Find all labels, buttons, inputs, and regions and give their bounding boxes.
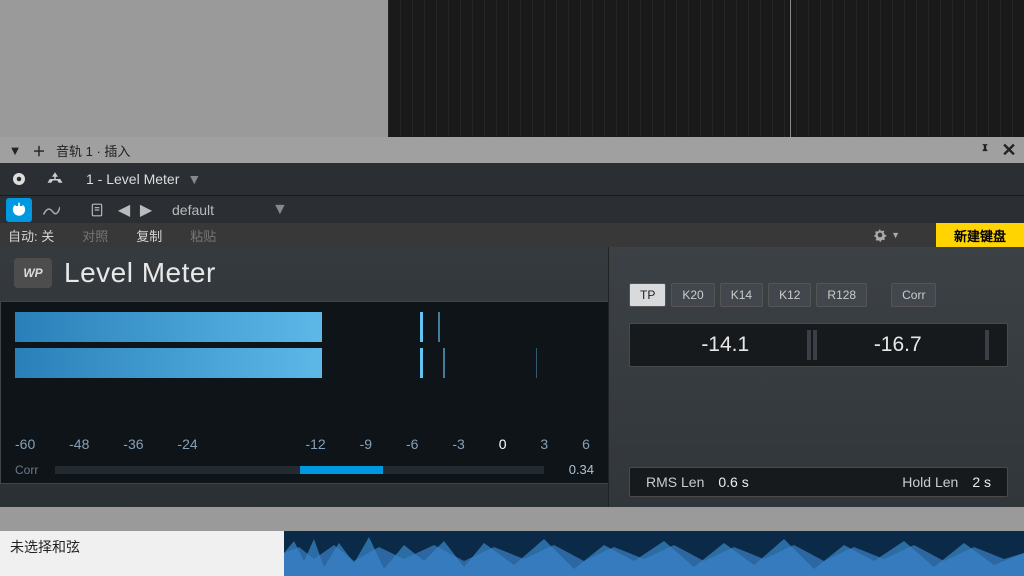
automation-icon[interactable] (38, 198, 64, 222)
paste-button[interactable]: 粘贴 (190, 226, 216, 245)
settings-button[interactable]: ▼ (873, 228, 900, 242)
close-icon[interactable]: ✕ (1002, 140, 1016, 161)
auto-toggle[interactable]: 自动: 关 (8, 226, 54, 245)
new-keyboard-button[interactable]: 新建键盘 (936, 223, 1024, 247)
readout-left: -14.1 (646, 333, 805, 357)
preset-next-icon[interactable]: ▶ (138, 198, 154, 222)
plugin-title: Level Meter (64, 257, 216, 289)
copy-button[interactable]: 复制 (136, 226, 162, 245)
mode-r128-button[interactable]: R128 (816, 283, 867, 307)
mode-k14-button[interactable]: K14 (720, 283, 763, 307)
slot-selector[interactable]: 1 - Level Meter ▼ (78, 171, 209, 187)
meter-left-pane: WP Level Meter -60 -48 (0, 247, 608, 507)
rms-len-label: RMS Len (646, 474, 704, 490)
rms-len-value[interactable]: 0.6 s (718, 474, 748, 490)
preset-name[interactable]: default (160, 202, 266, 218)
meter-bar-right (15, 348, 594, 378)
mode-k20-button[interactable]: K20 (671, 283, 714, 307)
plugin-window: ▼ ＋ 音轨 1 · 插入 ✕ 1 - Level Meter ▼ (0, 137, 1024, 531)
correlation-label: Corr (15, 463, 45, 477)
readout-right: -16.7 (819, 333, 978, 357)
meter-right-pane: TP K20 K14 K12 R128 Corr -14.1 -16.7 RMS… (608, 247, 1024, 507)
correlation-track (55, 466, 544, 474)
playhead-cursor[interactable] (790, 0, 791, 146)
plugin-header-row2: ◀ ▶ default ▼ (0, 195, 1024, 223)
brand-logo: WP (14, 258, 52, 288)
timeline-background[interactable] (388, 0, 1024, 146)
window-title: 音轨 1 · 插入 (56, 141, 130, 160)
activity-icon[interactable] (6, 167, 32, 191)
chevron-down-icon: ▼ (891, 230, 900, 240)
window-titlebar[interactable]: ▼ ＋ 音轨 1 · 插入 ✕ (0, 137, 1024, 163)
chord-track-label-area[interactable]: 未选择和弦 (0, 531, 284, 576)
pin-icon[interactable] (978, 143, 992, 157)
power-button[interactable] (6, 198, 32, 222)
meter-scale: -60 -48 -36 -24 -12 -9 -6 -3 0 3 6 (15, 436, 594, 452)
audio-waveform (284, 531, 1024, 576)
slot-name: 1 - Level Meter (86, 171, 179, 187)
mode-corr-button[interactable]: Corr (891, 283, 936, 307)
hold-len-label: Hold Len (902, 474, 958, 490)
dropdown-icon[interactable]: ▼ (8, 143, 22, 158)
peak-readout[interactable]: -14.1 -16.7 (629, 323, 1008, 367)
plugin-toolbar: 自动: 关 对照 复制 粘贴 ▼ 新建键盘 (0, 223, 1024, 247)
meter-bar-left (15, 312, 594, 342)
plugin-body: WP Level Meter -60 -48 (0, 247, 1024, 507)
correlation-meter: Corr 0.34 (15, 462, 594, 477)
preset-dropdown-icon[interactable]: ▼ (272, 201, 288, 219)
preset-menu-icon[interactable] (84, 198, 110, 222)
chevron-down-icon: ▼ (187, 171, 201, 187)
chord-status: 未选择和弦 (10, 537, 80, 557)
mode-tp-button[interactable]: TP (629, 283, 666, 307)
meter-mode-row: TP K20 K14 K12 R128 Corr (629, 283, 1008, 307)
mode-k12-button[interactable]: K12 (768, 283, 811, 307)
bottom-strip: 未选择和弦 -6.0 -12.0 -18.0 -24.0 (0, 531, 1024, 576)
correlation-value: 0.34 (554, 462, 594, 477)
level-meter-display: -60 -48 -36 -24 -12 -9 -6 -3 0 3 6 Corr (0, 301, 608, 484)
param-row: RMS Len 0.6 s Hold Len 2 s (629, 467, 1008, 497)
hold-len-value[interactable]: 2 s (972, 474, 991, 490)
waveform-lane[interactable]: -6.0 -12.0 -18.0 -24.0 (284, 531, 1024, 576)
routing-icon[interactable] (42, 167, 68, 191)
plugin-header-row1: 1 - Level Meter ▼ (0, 163, 1024, 195)
compare-button[interactable]: 对照 (82, 226, 108, 245)
preset-prev-icon[interactable]: ◀ (116, 198, 132, 222)
add-icon[interactable]: ＋ (32, 141, 46, 160)
